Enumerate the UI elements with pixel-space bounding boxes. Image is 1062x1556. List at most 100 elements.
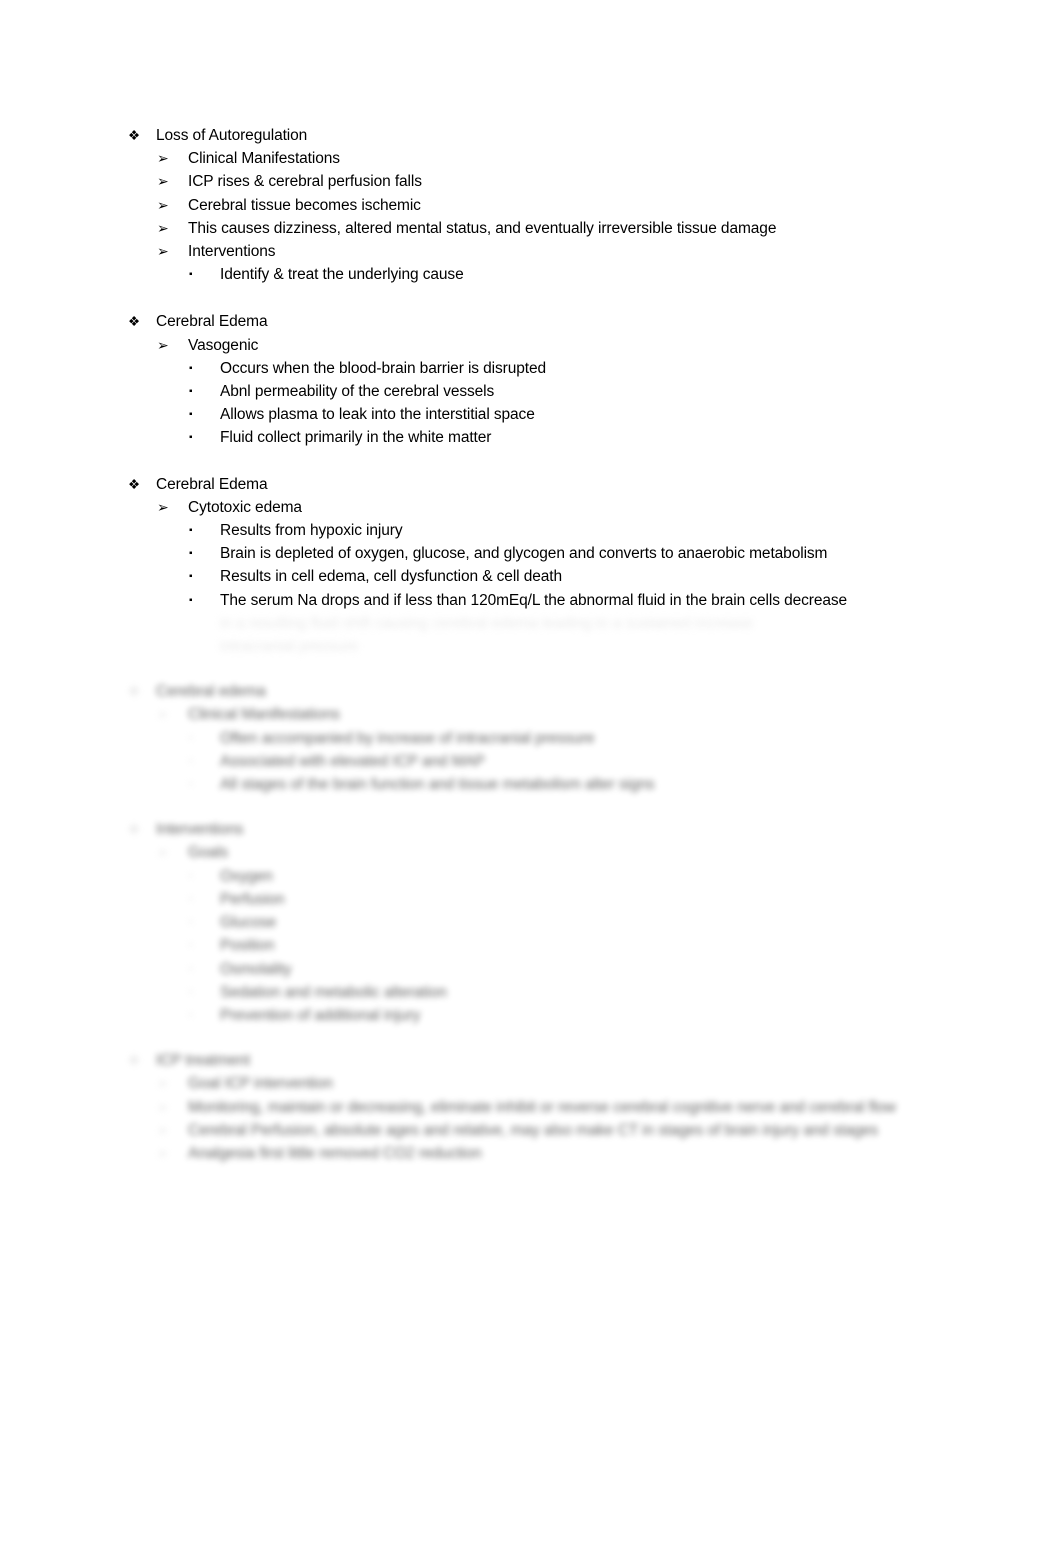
list-item-label: Cerebral tissue becomes ischemic (188, 196, 421, 214)
section-heading: Cerebral Edema (156, 313, 268, 331)
square-bullet-icon: ▪ (189, 870, 193, 882)
floret-bullet-icon: ❖ (128, 476, 141, 492)
arrow-bullet-icon: ➢ (157, 706, 169, 723)
list-item: ▪ Allows plasma to leak into the interst… (0, 403, 1062, 426)
section-cerebral-edema-cytotoxic: ❖ Cerebral Edema ➢ Cytotoxic edema ▪ Res… (0, 473, 1062, 659)
list-item: ➢ Goals (0, 841, 1062, 864)
square-bullet-icon: ▪ (189, 594, 193, 606)
list-item: ▪ Osmolality (0, 958, 1062, 981)
obscured-text: intracranial pressure (220, 638, 359, 656)
arrow-bullet-icon: ➢ (157, 336, 169, 353)
list-item: ❖ Cerebral edema (0, 680, 1062, 703)
section-heading: Loss of Autoregulation (156, 127, 308, 144)
list-item: ▪ Results from hypoxic injury (0, 519, 1062, 542)
obscured-text: Often accompanied by increase of intracr… (220, 729, 595, 747)
obscured-text: Goals (188, 844, 228, 862)
obscured-text: All stages of the brain function and tis… (220, 776, 655, 794)
square-bullet-icon: ▪ (189, 432, 193, 444)
list-item: ▪ Glucose (0, 911, 1062, 934)
floret-bullet-icon: ❖ (128, 1053, 141, 1069)
list-item: ➢ Clinical Manifestations (0, 703, 1062, 726)
list-item-label: Vasogenic (188, 336, 259, 354)
list-item: ▪ The serum Na drops and if less than 12… (0, 589, 1062, 612)
arrow-bullet-icon: ➢ (157, 1075, 169, 1092)
list-item: ➢ Goal ICP intervention (0, 1072, 1062, 1095)
list-item-label: Cytotoxic edema (188, 498, 302, 516)
arrow-bullet-icon: ➢ (157, 173, 169, 190)
list-item: ▪ Perfusion (0, 888, 1062, 911)
list-item: ➢ Interventions (0, 240, 1062, 263)
list-item-label: Results in cell edema, cell dysfunction … (220, 568, 563, 586)
section-cerebral-edema-vasogenic: ❖ Cerebral Edema ➢ Vasogenic ▪ Occurs wh… (0, 310, 1062, 449)
square-bullet-icon: ▪ (189, 779, 193, 791)
square-bullet-icon: ▪ (189, 1009, 193, 1021)
square-bullet-icon: ▪ (189, 409, 193, 421)
list-item: ➢ Cerebral tissue becomes ischemic (0, 194, 1062, 217)
square-bullet-icon: ▪ (189, 940, 193, 952)
list-item-label: Fluid collect primarily in the white mat… (220, 429, 492, 447)
floret-bullet-icon: ❖ (128, 314, 141, 330)
square-bullet-icon: ▪ (189, 732, 193, 744)
square-bullet-icon: ▪ (189, 386, 193, 398)
arrow-bullet-icon: ➢ (157, 1098, 169, 1115)
list-item-label: Allows plasma to leak into the interstit… (220, 406, 535, 424)
obscured-text: Cerebral Perfusion, absolute ages and re… (188, 1121, 879, 1139)
square-bullet-icon: ▪ (189, 917, 193, 929)
obscured-section-2: ❖ Interventions ➢ Goals ▪ Oxygen ▪ Perfu… (0, 818, 1062, 1027)
obscured-continuation-line: in a resulting fluid shift causing cereb… (0, 612, 1062, 635)
obscured-heading: Interventions (156, 821, 244, 839)
list-item: ➢ Vasogenic (0, 334, 1062, 357)
list-item-label: Clinical Manifestations (188, 150, 340, 168)
obscured-text: Monitoring, maintain or decreasing, elim… (188, 1098, 896, 1116)
arrow-bullet-icon: ➢ (157, 1144, 169, 1161)
list-item: ▪ Prevention of additional injury (0, 1004, 1062, 1027)
obscured-text: Associated with elevated ICP and MAP (220, 752, 485, 770)
floret-bullet-icon: ❖ (128, 822, 141, 838)
list-item-label: Results from hypoxic injury (220, 522, 403, 540)
square-bullet-icon: ▪ (189, 525, 193, 537)
document-page: ❖ Loss of Autoregulation ➢ Clinical Mani… (0, 0, 1062, 1556)
list-item: ▪ Abnl permeability of the cerebral vess… (0, 380, 1062, 403)
square-bullet-icon: ▪ (189, 548, 193, 560)
list-item: ▪ Fluid collect primarily in the white m… (0, 426, 1062, 449)
list-item: ➢ Cytotoxic edema (0, 496, 1062, 519)
obscured-text: in a resulting fluid shift causing cereb… (220, 614, 754, 632)
list-item: ➢ Cerebral Perfusion, absolute ages and … (0, 1119, 1062, 1142)
arrow-bullet-icon: ➢ (157, 243, 169, 260)
list-item-label: This causes dizziness, altered mental st… (188, 219, 777, 237)
list-item: ▪ Occurs when the blood-brain barrier is… (0, 357, 1062, 380)
floret-bullet-icon: ❖ (128, 128, 141, 143)
obscured-text: Perfusion (220, 890, 285, 908)
list-item: ▪ Oxygen (0, 865, 1062, 888)
obscured-text: Osmolality (220, 960, 292, 978)
list-item-label: Interventions (188, 243, 276, 261)
obscured-text: Glucose (220, 914, 277, 932)
list-item-label: ICP rises & cerebral perfusion falls (188, 173, 422, 191)
obscured-text: Clinical Manifestations (188, 706, 340, 724)
list-item: ▪ Often accompanied by increase of intra… (0, 727, 1062, 750)
arrow-bullet-icon: ➢ (157, 1121, 169, 1138)
list-item: ❖ Cerebral Edema (0, 310, 1062, 333)
obscured-text: Goal ICP intervention (188, 1075, 333, 1093)
arrow-bullet-icon: ➢ (157, 498, 169, 515)
list-item: ▪ Brain is depleted of oxygen, glucose, … (0, 542, 1062, 565)
list-item: ▪ Position (0, 934, 1062, 957)
list-item: ❖ ICP treatment (0, 1049, 1062, 1072)
list-item-label: Identify & treat the underlying cause (220, 266, 464, 284)
list-item-label: The serum Na drops and if less than 120m… (220, 591, 848, 609)
list-item: ➢ ICP rises & cerebral perfusion falls (0, 170, 1062, 193)
square-bullet-icon: ▪ (189, 571, 193, 583)
obscured-text: Sedation and metabolic alteration (220, 983, 447, 1001)
arrow-bullet-icon: ➢ (157, 150, 169, 167)
arrow-bullet-icon: ➢ (157, 219, 169, 236)
list-item: ➢ Analgesia first little removed CO2 red… (0, 1142, 1062, 1165)
list-item: ❖ Cerebral Edema (0, 473, 1062, 496)
list-item: ▪ Identify & treat the underlying cause (0, 263, 1062, 286)
square-bullet-icon: ▪ (189, 893, 193, 905)
obscured-continuation-line: intracranial pressure (0, 635, 1062, 658)
list-item: ➢ Monitoring, maintain or decreasing, el… (0, 1096, 1062, 1119)
section-loss-of-autoregulation: ❖ Loss of Autoregulation ➢ Clinical Mani… (0, 0, 1062, 286)
arrow-bullet-icon: ➢ (157, 844, 169, 861)
list-item: ▪ All stages of the brain function and t… (0, 773, 1062, 796)
obscured-text: Position (220, 937, 275, 955)
